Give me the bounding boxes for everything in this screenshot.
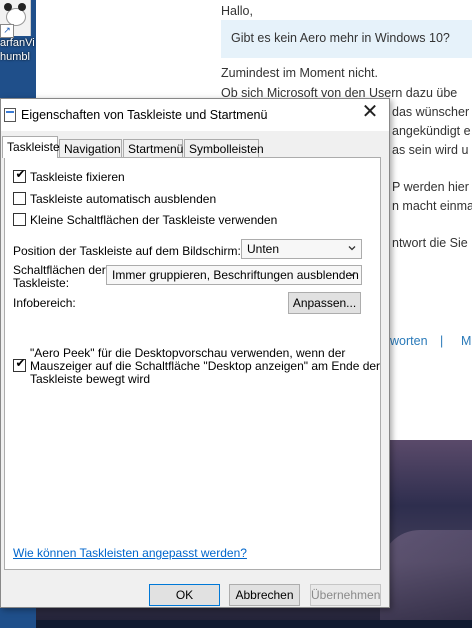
aero-peek-line-2: Taskleiste bewegt wird — [30, 372, 151, 386]
lock-taskbar-checkbox[interactable]: ✔ — [13, 167, 26, 183]
body-text-line-6: P werden hier — [392, 180, 469, 194]
tab-symbolleisten[interactable]: Symbolleisten — [184, 139, 264, 157]
taskleiste-panel: ✔ Taskleiste fixieren Taskleiste automat… — [4, 157, 381, 570]
shortcut-arrow-icon: ↗ — [0, 24, 14, 38]
more-link[interactable]: M — [461, 334, 471, 348]
aero-peek-line-1: Mauszeiger auf die Schaltfläche "Desktop… — [30, 359, 381, 373]
quote-text: Gibt es kein Aero mehr in Windows 10? — [231, 31, 450, 45]
tab-startmenu[interactable]: Startmenü — [123, 139, 183, 157]
close-button[interactable]: ✕ — [355, 99, 385, 127]
taskbar-buttons-select[interactable]: Immer gruppieren, Beschriftungen ausblen… — [106, 265, 362, 285]
close-icon: ✕ — [361, 101, 379, 123]
body-text-line-8: ntwort die Sie — [392, 236, 468, 250]
cancel-button[interactable]: Abbrechen — [229, 584, 300, 606]
check-icon: ✔ — [15, 167, 26, 181]
small-buttons-checkbox[interactable] — [13, 213, 26, 226]
apply-button[interactable]: Übernehmen — [310, 584, 381, 606]
quote-box: Gibt es kein Aero mehr in Windows 10? — [221, 20, 472, 58]
lock-taskbar-label: Taskleiste fixieren — [30, 170, 125, 184]
customize-button[interactable]: Anpassen... — [288, 292, 361, 314]
body-text-line-5: as sein wird u — [392, 143, 469, 157]
dialog-title: Eigenschaften von Taskleiste und Startme… — [21, 108, 268, 122]
taskbar-properties-dialog: Eigenschaften von Taskleiste und Startme… — [0, 98, 390, 608]
chevron-down-icon — [348, 272, 356, 277]
body-text-line-4: angekündigt e — [392, 124, 471, 138]
taskbar-position-label: Position der Taskleiste auf dem Bildschi… — [13, 244, 241, 258]
autohide-taskbar-label: Taskleiste automatisch ausblenden — [30, 192, 217, 206]
body-text-line-7: n macht einma — [392, 199, 472, 213]
chevron-down-icon — [348, 246, 356, 251]
help-link[interactable]: Wie können Taskleisten angepasst werden? — [13, 546, 247, 560]
ok-button[interactable]: OK — [149, 584, 220, 606]
notification-area-label: Infobereich: — [13, 296, 76, 310]
aero-peek-line-0: "Aero Peek" für die Desktopvorschau verw… — [30, 346, 346, 360]
desktop-icon-label-1: arfanVi — [0, 37, 35, 49]
autohide-taskbar-checkbox[interactable] — [13, 192, 26, 205]
dialog-titlebar[interactable]: Eigenschaften von Taskleiste und Startme… — [1, 99, 389, 131]
reply-link[interactable]: worten — [390, 334, 428, 348]
body-text-line-3: das wünscher — [392, 105, 470, 119]
body-text-line-1: Zumindest im Moment nicht. — [221, 66, 378, 80]
greeting-text: Hallo, — [221, 4, 253, 18]
aero-peek-checkbox[interactable]: ✔ — [13, 356, 26, 372]
taskbar-buttons-label: Schaltflächen der Taskleiste: — [13, 263, 106, 290]
small-buttons-label: Kleine Schaltflächen der Taskleiste verw… — [30, 213, 278, 227]
desktop-icon-label-2: humbl — [0, 51, 30, 63]
panda-app-icon[interactable]: ↗ — [0, 0, 31, 38]
tab-taskleiste[interactable]: Taskleiste — [2, 136, 60, 158]
taskbar-position-select[interactable]: Unten — [241, 239, 362, 259]
check-icon: ✔ — [15, 356, 26, 370]
tab-navigation[interactable]: Navigation — [59, 139, 122, 157]
taskbar-app-icon — [4, 108, 16, 122]
taskbar[interactable] — [0, 620, 472, 628]
action-separator: | — [440, 334, 444, 348]
